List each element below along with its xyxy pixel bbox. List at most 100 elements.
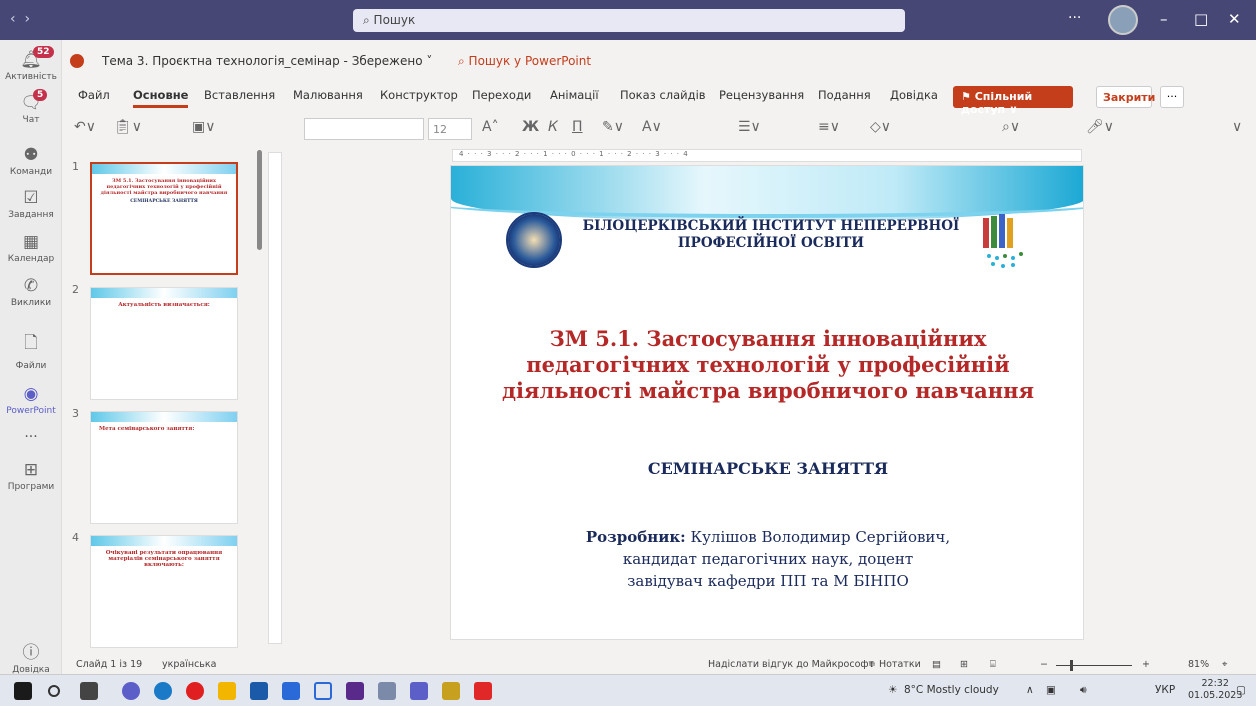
bold-icon[interactable]: Ж <box>522 119 539 135</box>
rail-item-activity[interactable]: 🔔︎ 52 Активність <box>0 46 62 82</box>
dictate-icon[interactable]: 🎤︎∨ <box>1086 119 1114 135</box>
rail-item-apps[interactable]: ⊞ Програми <box>0 460 62 492</box>
share-button[interactable]: ⚑ Спільний доступ ∨ <box>953 86 1073 116</box>
thumbnails-scrollbar[interactable] <box>257 150 262 250</box>
pdf-reader-icon[interactable] <box>474 682 492 700</box>
shapes-icon[interactable]: ◇∨ <box>870 119 891 135</box>
document-title[interactable]: Тема 3. Проєктна технологія_семінар - Зб… <box>102 54 432 68</box>
font-size-select[interactable]: 12 <box>428 118 472 140</box>
rail-label: Виклики <box>10 298 52 308</box>
new-slide-icon[interactable]: ▣∨ <box>192 119 215 135</box>
opera-icon[interactable] <box>186 682 204 700</box>
media-player-icon[interactable] <box>314 682 332 700</box>
language-indicator[interactable]: українська <box>162 659 216 670</box>
close-doc-button[interactable]: Закрити <box>1096 86 1155 108</box>
tab-file[interactable]: Файл <box>78 88 110 102</box>
tab-review[interactable]: Рецензування <box>719 88 804 102</box>
tab-draw[interactable]: Малювання <box>293 88 363 102</box>
rail-item-chat[interactable]: 🗨︎ 5 Чат <box>0 89 62 125</box>
rail-item-powerpoint[interactable]: ◉ PowerPoint <box>0 384 62 416</box>
task-view-icon[interactable] <box>80 682 98 700</box>
underline-icon[interactable]: П <box>572 119 583 135</box>
slide-thumbnail-4[interactable]: Очікувані результати опрацювання матеріа… <box>90 535 238 648</box>
font-family-select[interactable] <box>304 118 424 140</box>
slide-title: ЗМ 5.1. Застосування інноваційних педаго… <box>501 326 1034 403</box>
windows-start-icon[interactable] <box>14 682 32 700</box>
feedback-link[interactable]: Надіслати відгук до Майкрософт <box>708 659 874 670</box>
app-icon[interactable] <box>378 682 396 700</box>
edge-icon[interactable] <box>154 682 172 700</box>
avatar[interactable] <box>1108 5 1138 35</box>
ppt-search-input[interactable]: ⌕ Пошук у PowerPoint <box>458 54 591 69</box>
clock[interactable]: 22:32 01.05.2023 <box>1188 678 1242 702</box>
fit-slide-icon[interactable]: ⌖ <box>1222 659 1227 670</box>
teams-work-icon[interactable] <box>410 682 428 700</box>
rail-item-tasks[interactable]: ☑ Завдання <box>0 188 62 220</box>
slide-thumbnail-3[interactable]: Мета семінарського заняття: <box>90 411 238 524</box>
phone-icon: ✆ <box>23 276 39 296</box>
more-ribbon-button[interactable]: ··· <box>1160 86 1184 108</box>
tab-home[interactable]: Основне <box>133 88 189 108</box>
highlight-icon[interactable]: ✎∨ <box>602 119 624 135</box>
calendar-icon: ▦ <box>22 232 40 252</box>
app-icon-2[interactable] <box>442 682 460 700</box>
rail-item-calls[interactable]: ✆ Виклики <box>0 276 62 308</box>
normal-view-icon[interactable]: ▤ <box>932 659 941 670</box>
close-icon[interactable]: ✕ <box>1228 10 1241 28</box>
align-icon[interactable]: ≡∨ <box>818 119 840 135</box>
zoom-in-icon[interactable]: + <box>1142 659 1150 670</box>
tab-insert[interactable]: Вставлення <box>204 88 275 102</box>
weather-text[interactable]: 8°C Mostly cloudy <box>904 684 999 696</box>
more-options-icon[interactable]: ··· <box>1068 10 1081 26</box>
save-app-icon[interactable] <box>282 682 300 700</box>
onenote-icon[interactable] <box>346 682 364 700</box>
tab-animations[interactable]: Анімації <box>550 88 599 102</box>
rail-item-more[interactable]: ... <box>0 425 62 441</box>
tab-help[interactable]: Довідка <box>890 88 938 102</box>
rail-item-teams[interactable]: ⚉ Команди <box>0 145 62 177</box>
maximize-icon[interactable]: □ <box>1194 10 1208 28</box>
search-input[interactable]: ⌕ Пошук <box>353 9 905 32</box>
file-explorer-icon[interactable] <box>218 682 236 700</box>
tab-design[interactable]: Конструктор <box>380 88 458 102</box>
rail-item-files[interactable]: 🗋 Файли <box>0 330 62 371</box>
mail-icon[interactable] <box>250 682 268 700</box>
search-taskbar-icon[interactable] <box>48 685 60 697</box>
weather-icon: ☀ <box>888 684 898 696</box>
back-forward-nav[interactable]: ‹ › <box>10 11 30 27</box>
paste-icon[interactable]: 📋︎∨ <box>114 119 142 135</box>
slide-canvas[interactable]: БІЛОЦЕРКІВСЬКИЙ ІНСТИТУТ НЕПЕРЕРВНОЇ ПРО… <box>450 165 1084 640</box>
tray-chevron-icon[interactable]: ∧ <box>1026 684 1034 696</box>
tab-view[interactable]: Подання <box>818 88 871 102</box>
undo-icon[interactable]: ↶∨ <box>74 119 96 135</box>
slide-thumbnail-2[interactable]: Актуальність визначається: <box>90 287 238 400</box>
tab-slideshow[interactable]: Показ слайдів <box>620 88 706 102</box>
collapse-ribbon-icon[interactable]: ∨ <box>1232 119 1242 135</box>
notes-button[interactable]: ≑ Нотатки <box>868 659 921 670</box>
zoom-out-icon[interactable]: − <box>1040 659 1048 670</box>
zoom-slider-track[interactable] <box>1056 665 1132 666</box>
bullets-icon[interactable]: ☰∨ <box>738 119 761 135</box>
tab-transitions[interactable]: Переходи <box>472 88 531 102</box>
volume-icon[interactable]: 🔊︎ <box>1080 684 1087 697</box>
zoom-slider-thumb[interactable] <box>1070 660 1073 671</box>
zoom-level[interactable]: 81% <box>1188 659 1209 670</box>
slide-sorter-icon[interactable]: ⊞ <box>960 659 968 670</box>
minimize-icon[interactable]: – <box>1160 10 1168 28</box>
grow-font-icon[interactable]: A˄ <box>482 119 499 135</box>
vertical-ruler <box>268 152 282 644</box>
network-icon[interactable]: ▣ <box>1046 684 1056 696</box>
find-icon[interactable]: ⌕∨ <box>1002 119 1020 135</box>
horizontal-ruler: 4 · · · 3 · · · 2 · · · 1 · · · 0 · · · … <box>452 149 1082 162</box>
rail-item-help[interactable]: ⓘ Довідка <box>0 638 62 675</box>
powerpoint-logo-icon <box>70 54 84 68</box>
input-language[interactable]: УКР <box>1155 684 1175 696</box>
font-color-icon[interactable]: A∨ <box>642 119 662 135</box>
teams-taskbar-icon[interactable] <box>122 682 140 700</box>
windows-taskbar: ☀ 8°C Mostly cloudy ∧ ▣ 🔊︎ УКР 22:32 01.… <box>0 674 1256 706</box>
slide-thumbnail-1[interactable]: ЗМ 5.1. Застосування інноваційних педаго… <box>90 162 238 275</box>
reading-view-icon[interactable]: ⌸ <box>990 659 996 670</box>
notifications-icon[interactable]: ▢ <box>1236 684 1246 696</box>
italic-icon[interactable]: К <box>548 119 558 135</box>
rail-item-calendar[interactable]: ▦ Календар <box>0 232 62 264</box>
